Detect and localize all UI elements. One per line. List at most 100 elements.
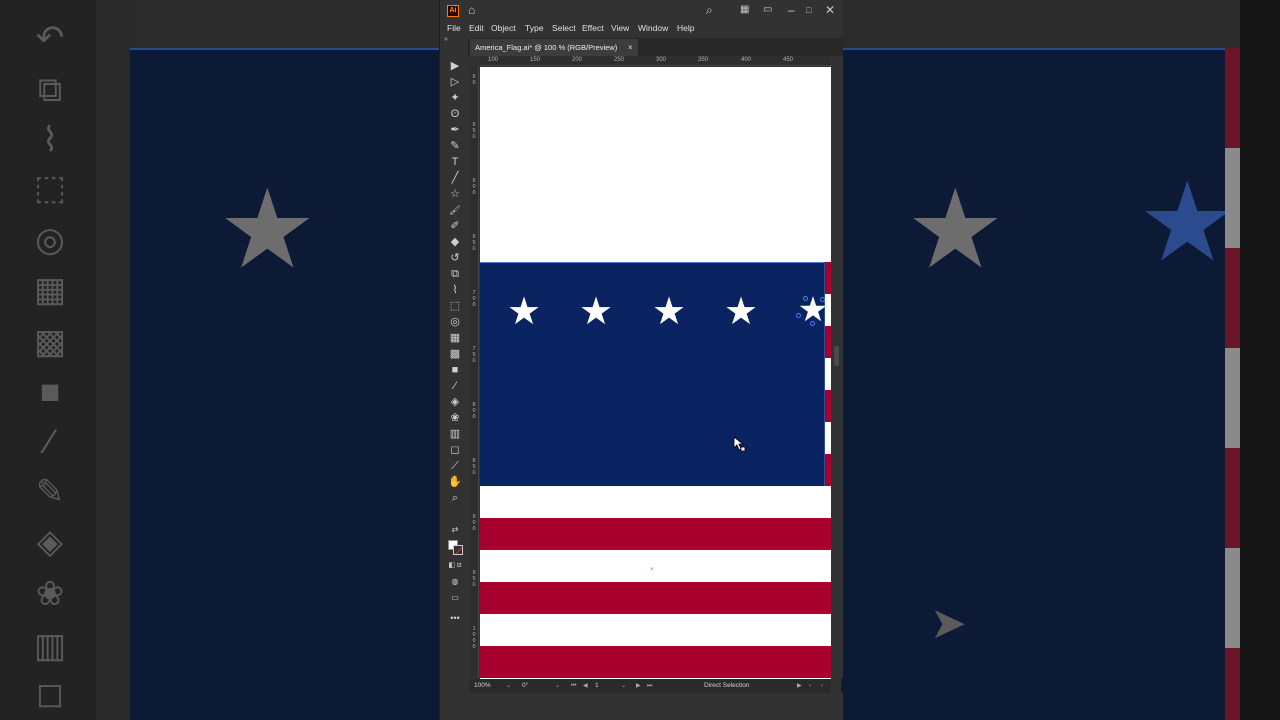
anchor-point[interactable] xyxy=(796,313,801,318)
app-logo: Ai xyxy=(447,5,459,17)
ruler-tick: 50 xyxy=(472,74,476,86)
background-eyedropper-icon: ⁄ xyxy=(47,423,53,461)
background-blend-icon: ◈ xyxy=(36,523,64,561)
warp-tool-icon[interactable]: ⌇ xyxy=(447,282,463,298)
vertical-ruler: 50 550 600 650 700 750 800 850 900 950 1… xyxy=(469,66,479,678)
arrange-documents-icon[interactable]: ▦ xyxy=(740,2,749,18)
ruler-tick: 250 xyxy=(614,57,625,63)
scroll-left-icon[interactable]: ‹ xyxy=(809,681,811,691)
eraser-tool-icon[interactable]: ◆ xyxy=(447,234,463,250)
line-segment-tool-icon[interactable]: ╱ xyxy=(447,170,463,186)
background-undo-icon: ↶ xyxy=(35,19,65,57)
flag-red-stripe[interactable] xyxy=(480,582,831,614)
menu-view[interactable]: View xyxy=(611,22,629,34)
zoom-tool-icon[interactable]: ⌕ xyxy=(447,490,463,506)
first-artboard-icon[interactable]: ⏮ xyxy=(571,681,576,691)
symbol-sprayer-tool-icon[interactable]: ❀ xyxy=(447,410,463,426)
anchor-point[interactable] xyxy=(820,297,825,302)
flag-star[interactable]: ★ xyxy=(578,292,614,330)
artboard-tool-icon[interactable]: ◻ xyxy=(447,442,463,458)
ruler-tick: 850 xyxy=(472,458,476,476)
blend-tool-icon[interactable]: ◈ xyxy=(447,394,463,410)
menu-help[interactable]: Help xyxy=(677,22,694,34)
background-right-edge xyxy=(1240,0,1280,720)
vertical-scrollbar[interactable] xyxy=(831,56,843,678)
artboard-canvas[interactable]: ★ ★ ★ ★ × ★ xyxy=(480,67,831,679)
rotation-field[interactable]: 0° xyxy=(522,681,528,691)
swap-fill-stroke-icon[interactable]: ⇄ xyxy=(447,522,463,538)
document-tab[interactable]: America_Flag.ai* @ 100 % (RGB/Preview) × xyxy=(470,39,638,56)
pen-tool-icon[interactable]: ✒ xyxy=(447,122,463,138)
stroke-color-swatch[interactable] xyxy=(453,545,463,555)
paintbrush-tool-icon[interactable]: 🖌 xyxy=(447,202,463,218)
menu-edit[interactable]: Edit xyxy=(469,22,484,34)
minimize-icon[interactable]: – xyxy=(788,2,795,18)
star-tool-icon[interactable]: ☆ xyxy=(447,186,463,202)
last-artboard-icon[interactable]: ⏭ xyxy=(647,681,652,691)
close-icon[interactable]: ✕ xyxy=(825,2,835,18)
flag-star[interactable]: ★ xyxy=(651,292,687,330)
rotate-tool-icon[interactable]: ↺ xyxy=(447,250,463,266)
magic-wand-tool-icon[interactable]: ✦ xyxy=(447,90,463,106)
background-stripes xyxy=(1225,48,1240,720)
menu-file[interactable]: File xyxy=(447,22,461,34)
flag-red-stripe[interactable] xyxy=(480,646,831,678)
direct-selection-tool-icon[interactable]: ▷ xyxy=(447,74,463,90)
screen-mode-icon[interactable]: ▭ xyxy=(447,590,463,606)
flag-red-stripe[interactable] xyxy=(480,518,831,550)
screen: ↶ ⧉ ⌇ ⬚ ◎ ▦ ▩ ■ ⁄ ✎ ◈ ❀ ▥ ◻ 6 5 0 7 0 7 … xyxy=(0,0,1280,720)
scale-tool-icon[interactable]: ⧉ xyxy=(447,266,463,282)
color-mode-icon[interactable]: ◧ ⧄ xyxy=(447,558,463,574)
zoom-level-field[interactable]: 100% xyxy=(474,681,491,691)
menu-effect[interactable]: Effect xyxy=(582,22,604,34)
background-mesh-icon: ▩ xyxy=(33,323,67,361)
hand-tool-icon[interactable]: ✋ xyxy=(447,474,463,490)
workspace-icon[interactable]: ▭ xyxy=(763,2,772,18)
shaper-tool-icon[interactable]: ✐ xyxy=(447,218,463,234)
search-icon[interactable]: ⌕ xyxy=(706,2,713,18)
flag-star[interactable]: ★ xyxy=(506,292,542,330)
free-transform-tool-icon[interactable]: ⬚ xyxy=(447,298,463,314)
maximize-icon[interactable]: □ xyxy=(806,2,811,18)
ruler-tick: 350 xyxy=(698,57,709,63)
background-free-transform-icon: ⬚ xyxy=(33,169,67,207)
perspective-grid-tool-icon[interactable]: ▦ xyxy=(447,330,463,346)
mesh-tool-icon[interactable]: ▩ xyxy=(447,346,463,362)
ruler-tick: 700 xyxy=(472,290,476,308)
rotation-dropdown-icon[interactable]: ⌄ xyxy=(555,681,560,691)
slice-tool-icon[interactable]: ⟋ xyxy=(447,458,463,474)
zoom-dropdown-icon[interactable]: ⌄ xyxy=(506,681,511,691)
document-tab-close-icon[interactable]: × xyxy=(628,39,633,56)
ruler-tick: 750 xyxy=(472,346,476,364)
type-tool-icon[interactable]: T xyxy=(447,154,463,170)
eyedropper-tool-icon[interactable]: ⁄ xyxy=(447,378,463,394)
ruler-tick: 800 xyxy=(472,402,476,420)
collapse-panels-icon[interactable]: » xyxy=(444,36,448,43)
anchor-point[interactable] xyxy=(810,321,815,326)
background-ruler: 6 5 0 7 0 7 5 0 8 0 0 8 5 0 9 xyxy=(96,0,207,720)
status-menu-icon[interactable]: ▶ xyxy=(797,681,802,691)
menu-select[interactable]: Select xyxy=(552,22,576,34)
artboard-number-field[interactable]: 1 xyxy=(595,681,599,691)
selection-tool-icon[interactable]: ▶ xyxy=(447,58,463,74)
gradient-tool-icon[interactable]: ■ xyxy=(447,362,463,378)
anchor-point[interactable] xyxy=(803,296,808,301)
artboard-dropdown-icon[interactable]: ⌄ xyxy=(621,681,626,691)
previous-artboard-icon[interactable]: ◀ xyxy=(583,681,588,691)
column-graph-tool-icon[interactable]: ▥ xyxy=(447,426,463,442)
shape-builder-tool-icon[interactable]: ◎ xyxy=(447,314,463,330)
menu-window[interactable]: Window xyxy=(638,22,668,34)
home-icon[interactable]: ⌂ xyxy=(468,2,475,18)
lasso-tool-icon[interactable]: ʘ xyxy=(447,106,463,122)
more-tools-icon[interactable]: ••• xyxy=(447,610,463,626)
flag-star[interactable]: ★ xyxy=(723,292,759,330)
title-bar: Ai ⌂ ⌕ ▦ ▭ – □ ✕ xyxy=(440,0,843,20)
menu-object[interactable]: Object xyxy=(491,22,516,34)
flag-canton[interactable]: ★ ★ ★ ★ × xyxy=(480,262,831,573)
scroll-right-icon[interactable]: › xyxy=(821,681,823,691)
menu-type[interactable]: Type xyxy=(525,22,543,34)
next-artboard-icon[interactable]: ▶ xyxy=(636,681,641,691)
draw-mode-icon[interactable]: ◍ xyxy=(447,574,463,590)
curvature-tool-icon[interactable]: ✎ xyxy=(447,138,463,154)
scrollbar-thumb[interactable] xyxy=(834,346,839,366)
